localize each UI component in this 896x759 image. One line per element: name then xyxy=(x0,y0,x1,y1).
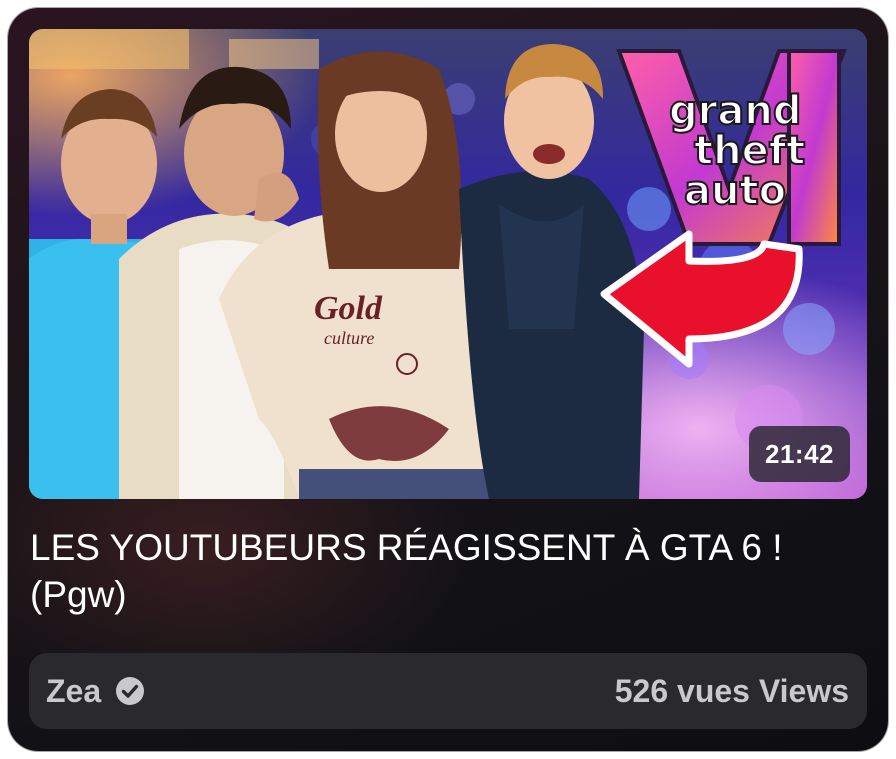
gta-logo-word-3: auto xyxy=(684,168,786,214)
video-thumbnail[interactable]: Gold culture grand theft auto 21:42 xyxy=(29,29,867,499)
video-title[interactable]: LES YOUTUBEURS RÉAGISSENT À GTA 6 ! (Pgw… xyxy=(30,524,850,618)
channel-info[interactable]: Zea xyxy=(46,653,145,729)
view-count: 526 vues Views xyxy=(614,673,849,709)
duration-badge: 21:42 xyxy=(749,426,850,482)
check-circle-icon xyxy=(116,677,145,705)
thumbnail-image: Gold culture grand theft auto xyxy=(29,29,867,499)
sweater-logo: Gold xyxy=(314,290,383,327)
video-meta-bar: Zea 526 vues Views xyxy=(29,653,867,729)
video-card[interactable]: Gold culture grand theft auto 21:42 LES … xyxy=(8,8,888,751)
sweater-caption: culture xyxy=(324,328,374,348)
channel-name[interactable]: Zea xyxy=(46,673,101,710)
